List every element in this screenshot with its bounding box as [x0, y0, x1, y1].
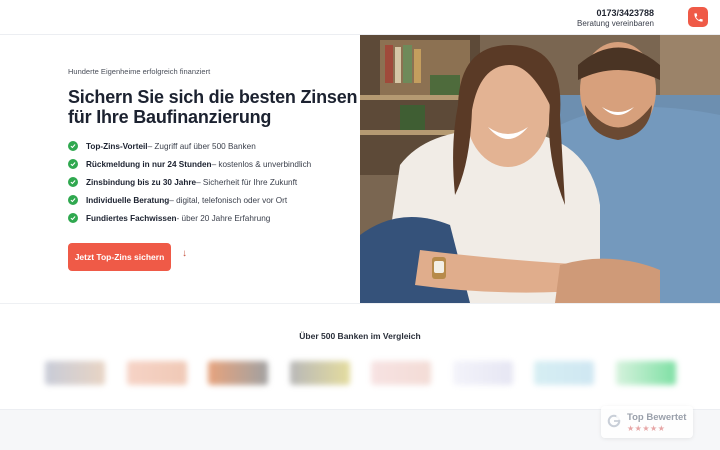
feature-item: Top-Zins-Vorteil – Zugriff auf über 500 … [68, 137, 311, 155]
feature-text: - über 20 Jahre Erfahrung [176, 213, 271, 223]
hero-photo [360, 35, 720, 303]
feature-item: Rückmeldung in nur 24 Stunden – kostenlo… [68, 155, 311, 173]
bank-logo [45, 361, 105, 385]
feature-list: Top-Zins-Vorteil – Zugriff auf über 500 … [68, 137, 311, 227]
feature-title: Rückmeldung in nur 24 Stunden [86, 159, 212, 169]
bank-logo [371, 361, 431, 385]
check-icon [68, 213, 78, 223]
feature-text: – Sicherheit für Ihre Zukunft [196, 177, 298, 187]
check-icon [68, 195, 78, 205]
bank-logo [208, 361, 268, 385]
bank-logo [453, 361, 513, 385]
feature-text: – digital, telefonisch oder vor Ort [169, 195, 288, 205]
contact-info[interactable]: 0173/3423788 Beratung vereinbaren [577, 8, 654, 29]
feature-title: Top-Zins-Vorteil [86, 141, 148, 151]
phone-number[interactable]: 0173/3423788 [577, 8, 654, 19]
feature-item: Zinsbindung bis zu 30 Jahre – Sicherheit… [68, 173, 311, 191]
banks-section: Über 500 Banken im Vergleich [0, 303, 720, 409]
feature-text: – kostenlos & unverbindlich [211, 159, 312, 169]
bank-logo [127, 361, 187, 385]
rating-stars: ★★★★★ [627, 424, 666, 433]
arrow-down-icon[interactable]: ↓ [182, 248, 187, 259]
check-icon [68, 159, 78, 169]
top-rate-cta-button[interactable]: Jetzt Top-Zins sichern [68, 243, 171, 271]
feature-item: Fundiertes Fachwissen - über 20 Jahre Er… [68, 209, 311, 227]
feature-text: – Zugriff auf über 500 Banken [147, 141, 256, 151]
bank-logo [534, 361, 594, 385]
phone-icon [693, 12, 703, 22]
feature-item: Individuelle Beratung – digital, telefon… [68, 191, 311, 209]
rating-badge[interactable]: Top Bewertet ★★★★★ [601, 406, 693, 438]
check-icon [68, 141, 78, 151]
banks-title: Über 500 Banken im Vergleich [299, 331, 421, 341]
hero-headline: Sichern Sie sich die besten Zinsen für I… [68, 87, 358, 127]
rating-label: Top Bewertet [627, 412, 687, 423]
book-consultation-link[interactable]: Beratung vereinbaren [577, 19, 654, 29]
feature-title: Zinsbindung bis zu 30 Jahre [86, 177, 197, 187]
feature-title: Fundiertes Fachwissen [86, 213, 177, 223]
check-icon [68, 177, 78, 187]
google-icon [607, 414, 621, 428]
bank-logo [616, 361, 676, 385]
site-header: 0173/3423788 Beratung vereinbaren [0, 0, 720, 35]
bank-logo [290, 361, 350, 385]
feature-title: Individuelle Beratung [86, 195, 170, 205]
hero-eyebrow: Hunderte Eigenheime erfolgreich finanzie… [68, 67, 211, 76]
phone-button[interactable] [688, 7, 708, 27]
